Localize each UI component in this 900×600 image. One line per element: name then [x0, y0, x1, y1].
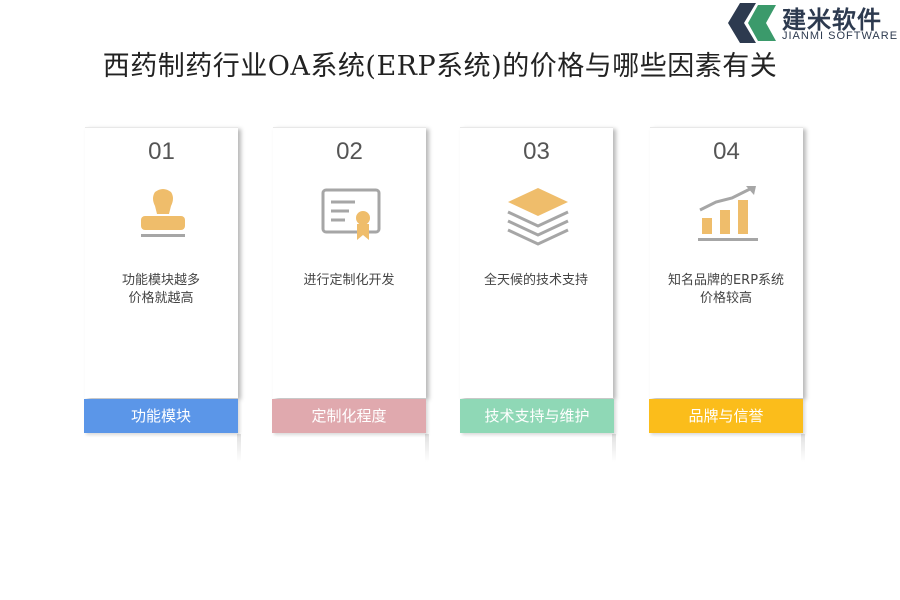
- layers-icon: [507, 188, 569, 246]
- factor-label-3: 技术支持与维护: [460, 399, 614, 433]
- factor-card-3: 03 全天候的技术支持: [460, 127, 613, 398]
- factor-label-2: 定制化程度: [272, 399, 426, 433]
- factor-card-4: 04 知名品牌的ERP系统 价格较高: [650, 127, 803, 398]
- card-number: 04: [713, 138, 740, 165]
- card-number: 01: [148, 138, 175, 165]
- factor-label-1: 功能模块: [84, 399, 238, 433]
- card-shadow: [801, 434, 805, 462]
- card-description: 全天候的技术支持: [483, 273, 588, 288]
- factor-card-1: 01 功能模块越多 价格就越高: [85, 127, 238, 398]
- card-shadow: [237, 434, 241, 462]
- logo-mark-icon: [728, 3, 776, 43]
- card-description: 功能模块越多 价格就越高: [121, 273, 200, 306]
- page-title: 西药制药行业OA系统(ERP系统)的价格与哪些因素有关: [102, 51, 778, 82]
- brand-logo: 建米软件 JIANMI SOFTWARE: [726, 0, 900, 46]
- card-number: 03: [523, 138, 550, 165]
- stamp-icon: [141, 189, 185, 237]
- logo-name-en: JIANMI SOFTWARE: [782, 30, 899, 42]
- card-description: 进行定制化开发: [303, 273, 395, 288]
- growth-chart-icon: [698, 186, 758, 241]
- card-number: 02: [336, 138, 363, 165]
- card-shadow: [425, 434, 429, 462]
- factor-card-2: 02 进行定制化开发: [273, 127, 426, 398]
- card-shadow: [612, 434, 616, 462]
- certificate-icon: [321, 188, 381, 240]
- card-description: 知名品牌的ERP系统 价格较高: [667, 273, 785, 306]
- factor-label-4: 品牌与信誉: [649, 399, 803, 433]
